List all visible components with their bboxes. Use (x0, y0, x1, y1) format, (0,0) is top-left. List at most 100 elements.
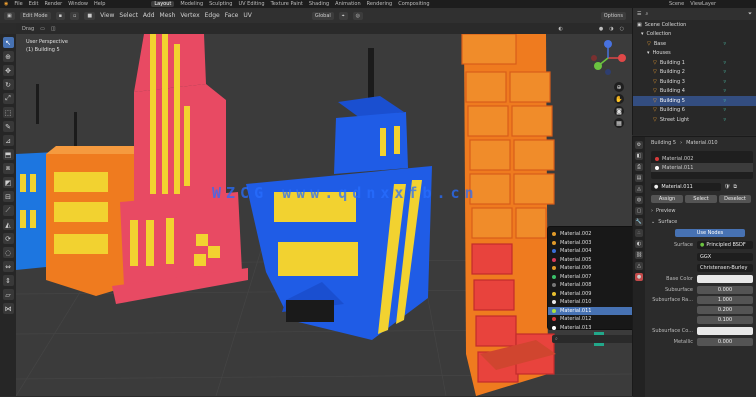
menu-render[interactable]: Render (44, 1, 62, 7)
material-option[interactable]: Material.007 (548, 273, 632, 282)
workspace-tab-rendering[interactable]: Rendering (367, 1, 393, 7)
blender-logo-icon[interactable]: ◉ (4, 1, 8, 7)
menu-view[interactable]: View (100, 12, 114, 19)
particles-tab-icon[interactable]: ∴ (635, 229, 643, 237)
outliner-row[interactable]: ▽ Building 1 ▿ (633, 58, 756, 68)
outliner-row[interactable]: ▽ Building 6 ▿ (633, 106, 756, 116)
menu-edge[interactable]: Edge (205, 12, 220, 19)
outliner-display-icon[interactable]: ☰ (637, 11, 641, 17)
menu-face[interactable]: Face (225, 12, 239, 19)
workspace-tab-sculpting[interactable]: Sculpting (209, 1, 232, 7)
outliner-scene-collection[interactable]: ▣ Scene Collection (633, 20, 756, 30)
menu-help[interactable]: Help (94, 1, 105, 7)
base-color-swatch[interactable] (697, 274, 753, 283)
outliner-row[interactable]: ▽ Building 4 ▿ (633, 87, 756, 97)
material-option[interactable]: Material.006 (548, 264, 632, 273)
subsurface-radius-y-field[interactable]: 0.200 (697, 306, 753, 314)
outliner-row[interactable]: ▽ Base ▿ (633, 39, 756, 49)
render-tab-icon[interactable]: ◧ (635, 152, 643, 160)
shear-tool-icon[interactable]: ▱ (2, 289, 14, 300)
fake-user-icon[interactable]: 🛡 (724, 184, 730, 190)
shrink-fatten-tool-icon[interactable]: ⇕ (2, 275, 14, 286)
view-layer-selector[interactable]: ViewLayer (690, 1, 716, 7)
shading-rendered-icon[interactable]: ○ (620, 26, 624, 32)
tool-tab-icon[interactable]: ⚙ (635, 141, 643, 149)
object-tab-icon[interactable]: ▢ (635, 207, 643, 215)
material-option[interactable]: Material.010 (548, 298, 632, 307)
material-tab-icon[interactable]: ● (635, 273, 643, 281)
navigation-gizmo[interactable] (588, 38, 628, 78)
outliner-row[interactable]: ▾ Houses (633, 49, 756, 59)
pan-hand-icon[interactable]: ✋ (614, 94, 624, 104)
edge-slide-tool-icon[interactable]: ⇔ (2, 261, 14, 272)
face-select-icon[interactable]: ■ (84, 11, 96, 20)
surface-section-header[interactable]: ⌄ Surface (647, 216, 756, 227)
snap-icon[interactable]: ⌖ (338, 11, 348, 20)
outliner-row[interactable]: ▽ Building 3 ▿ (633, 77, 756, 87)
outliner-search-icon[interactable]: ⌕ (645, 11, 648, 17)
workspace-tab-texture-paint[interactable]: Texture Paint (271, 1, 303, 7)
camera-view-icon[interactable]: ◙ (614, 106, 624, 116)
orientation-dropdown[interactable]: Global (311, 11, 334, 20)
material-option[interactable]: Material.003 (548, 239, 632, 248)
material-option[interactable]: Material.004 (548, 247, 632, 256)
edge-select-icon[interactable]: ▫ (70, 11, 80, 20)
material-option[interactable]: Material.005 (548, 256, 632, 265)
outliner-row[interactable]: ▽ Building 2 ▿ (633, 68, 756, 78)
annotate-tool-icon[interactable]: ✎ (2, 121, 14, 132)
data-tab-icon[interactable]: △ (635, 262, 643, 270)
shading-material-icon[interactable]: ◑ (609, 26, 613, 32)
menu-vertex[interactable]: Vertex (180, 12, 199, 19)
scene-selector[interactable]: Scene (669, 1, 684, 7)
material-option[interactable]: Material.002 (548, 230, 632, 239)
poly-build-tool-icon[interactable]: ◭ (2, 219, 14, 230)
move-tool-icon[interactable]: ✥ (2, 65, 14, 76)
rotate-tool-icon[interactable]: ↻ (2, 79, 14, 90)
material-option-selected[interactable]: Material.011 (548, 306, 632, 315)
material-name-field[interactable]: ● Material.011 (651, 183, 721, 191)
menu-add[interactable]: Add (143, 12, 155, 19)
preview-section-header[interactable]: › Preview (647, 205, 756, 216)
proportional-edit-icon[interactable]: ◎ (352, 11, 363, 20)
menu-file[interactable]: File (14, 1, 22, 7)
material-slot-selected[interactable]: Material.011 (651, 163, 753, 172)
workspace-tab-animation[interactable]: Animation (335, 1, 361, 7)
smooth-tool-icon[interactable]: ◌ (2, 247, 14, 258)
perspective-toggle-icon[interactable]: ▦ (614, 118, 624, 128)
cursor-tool-icon[interactable]: ⊕ (2, 51, 14, 62)
scene-tab-icon[interactable]: ◬ (635, 185, 643, 193)
outliner-row-selected[interactable]: ▽ Building 5 ▿ (633, 96, 756, 106)
workspace-tab-layout[interactable]: Layout (151, 1, 175, 7)
transform-tool-icon[interactable]: ⬚ (2, 107, 14, 118)
menu-window[interactable]: Window (68, 1, 88, 7)
menu-select[interactable]: Select (119, 12, 138, 19)
mode-dropdown[interactable]: Edit Mode (19, 11, 51, 20)
filter-icon[interactable]: ⏷ (748, 11, 752, 17)
subsurface-color-swatch[interactable] (697, 326, 753, 335)
select-box-icon[interactable]: ▭ (40, 26, 45, 32)
outliner-row[interactable]: ▽ Street Light ▿ (633, 115, 756, 125)
overlay-toggle-icon[interactable]: ◐ (559, 26, 563, 32)
3d-viewport[interactable]: User Perspective (1) Building 5 WZCG www… (16, 34, 632, 396)
subsurface-radius-x-field[interactable]: 1.000 (697, 296, 753, 304)
workspace-tab-uv-editing[interactable]: UV Editing (238, 1, 264, 7)
bevel-tool-icon[interactable]: ◩ (2, 177, 14, 188)
select-button[interactable]: Select (685, 195, 717, 203)
editor-type-button[interactable]: ▣ (4, 11, 15, 20)
material-option[interactable]: Material.012 (548, 315, 632, 324)
constraints-tab-icon[interactable]: ⛓ (635, 251, 643, 259)
extrude-tool-icon[interactable]: ⬒ (2, 149, 14, 160)
duplicate-icon[interactable]: ⧉ (733, 184, 737, 190)
vertex-select-icon[interactable]: ▪ (55, 11, 66, 20)
knife-tool-icon[interactable]: ⟋ (2, 205, 14, 216)
zoom-icon[interactable]: ⊕ (614, 82, 624, 92)
scale-tool-icon[interactable]: ⤢ (2, 93, 14, 104)
options-dropdown[interactable]: Options (600, 11, 626, 20)
metallic-field[interactable]: 0.000 (697, 337, 753, 346)
modifier-tab-icon[interactable]: 🔧 (635, 218, 643, 226)
menu-uv[interactable]: UV (243, 12, 252, 19)
inset-tool-icon[interactable]: ⧈ (2, 163, 14, 174)
material-option[interactable]: Material.009 (548, 290, 632, 299)
rip-tool-icon[interactable]: ⋈ (2, 303, 14, 314)
mesh-select-mode-icon[interactable]: ◫ (51, 26, 56, 32)
